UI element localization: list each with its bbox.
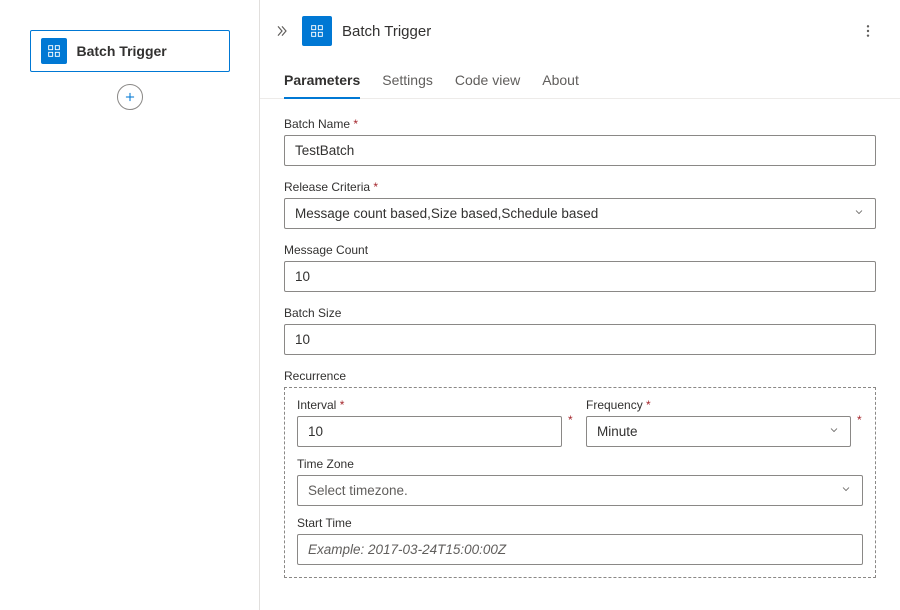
time-zone-select[interactable]: Select timezone.	[297, 475, 863, 506]
batch-trigger-icon	[41, 38, 67, 64]
field-start-time: Start Time	[297, 516, 863, 565]
start-time-label: Start Time	[297, 516, 863, 530]
detail-header: Batch Trigger	[260, 0, 900, 56]
release-criteria-value: Message count based,Size based,Schedule …	[295, 206, 598, 221]
batch-name-input[interactable]	[284, 135, 876, 166]
detail-panel: Batch Trigger Parameters Settings Code v…	[260, 0, 900, 610]
recurrence-group: Interval * * Frequency * Minute * Time	[284, 387, 876, 578]
start-time-input[interactable]	[297, 534, 863, 565]
required-marker: *	[857, 413, 863, 433]
chevron-down-icon	[828, 424, 840, 439]
frequency-value: Minute	[597, 424, 638, 439]
time-zone-placeholder: Select timezone.	[308, 483, 408, 498]
tab-parameters[interactable]: Parameters	[284, 64, 360, 98]
tab-about[interactable]: About	[542, 64, 579, 98]
message-count-label: Message Count	[284, 243, 876, 257]
batch-trigger-icon	[302, 16, 332, 46]
frequency-label: Frequency *	[586, 398, 851, 412]
batch-size-label: Batch Size	[284, 306, 876, 320]
canvas-sidebar: Batch Trigger	[0, 0, 260, 610]
field-batch-size: Batch Size	[284, 306, 876, 355]
frequency-select[interactable]: Minute	[586, 416, 851, 447]
tab-settings[interactable]: Settings	[382, 64, 433, 98]
trigger-node-card[interactable]: Batch Trigger	[30, 30, 230, 72]
field-frequency: Frequency * Minute	[586, 398, 851, 447]
required-marker: *	[568, 413, 574, 433]
chevron-down-icon	[840, 483, 852, 498]
recurrence-label: Recurrence	[284, 369, 876, 383]
batch-size-input[interactable]	[284, 324, 876, 355]
message-count-input[interactable]	[284, 261, 876, 292]
more-menu-button[interactable]	[856, 19, 880, 43]
field-recurrence: Recurrence Interval * * Frequency * Minu…	[284, 369, 876, 578]
detail-title: Batch Trigger	[342, 23, 431, 40]
field-interval: Interval *	[297, 398, 562, 447]
tab-code-view[interactable]: Code view	[455, 64, 520, 98]
collapse-panel-button[interactable]	[274, 23, 290, 39]
field-message-count: Message Count	[284, 243, 876, 292]
parameters-form: Batch Name * Release Criteria * Message …	[260, 99, 900, 610]
batch-name-label: Batch Name *	[284, 117, 876, 131]
release-criteria-label: Release Criteria *	[284, 180, 876, 194]
tabs: Parameters Settings Code view About	[260, 56, 900, 99]
row-interval-frequency: Interval * * Frequency * Minute *	[297, 398, 863, 447]
add-step-button[interactable]	[117, 84, 143, 110]
interval-input[interactable]	[297, 416, 562, 447]
time-zone-label: Time Zone	[297, 457, 863, 471]
field-time-zone: Time Zone Select timezone.	[297, 457, 863, 506]
field-batch-name: Batch Name *	[284, 117, 876, 166]
release-criteria-select[interactable]: Message count based,Size based,Schedule …	[284, 198, 876, 229]
field-release-criteria: Release Criteria * Message count based,S…	[284, 180, 876, 229]
chevron-down-icon	[853, 206, 865, 221]
interval-label: Interval *	[297, 398, 562, 412]
trigger-node-label: Batch Trigger	[77, 43, 167, 59]
